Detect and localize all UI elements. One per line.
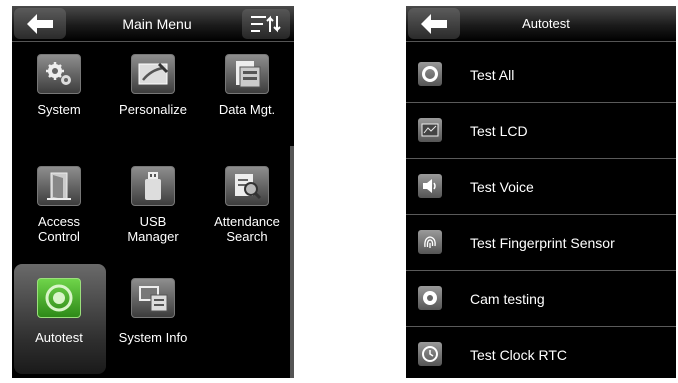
menu-item-label: USB Manager — [127, 214, 179, 244]
menu-item-attendance-search[interactable]: Attendance Search — [200, 166, 294, 244]
database-icon — [225, 54, 269, 94]
menu-item-system[interactable]: System — [12, 54, 106, 117]
menu-item-data-mgt[interactable]: Data Mgt. — [200, 54, 294, 117]
search-records-icon — [225, 166, 269, 206]
clock-icon — [418, 342, 442, 366]
menu-item-label: Autotest — [35, 330, 83, 345]
autotest-icon — [37, 278, 81, 318]
list-item-test-clock-rtc[interactable]: Test Clock RTC — [406, 327, 676, 378]
menu-item-autotest[interactable]: Autotest — [12, 278, 106, 345]
menu-item-access-control[interactable]: Access Control — [12, 166, 106, 244]
menu-item-label: Personalize — [119, 102, 187, 117]
list-item-test-fingerprint-sensor[interactable]: Test Fingerprint Sensor — [406, 215, 676, 271]
list-item-test-all[interactable]: Test All — [406, 47, 676, 103]
list-item-label: Test Clock RTC — [470, 347, 567, 363]
circle-icon — [418, 62, 442, 86]
page-title: Main Menu — [122, 16, 192, 32]
menu-item-usb-manager[interactable]: USB Manager — [106, 166, 200, 244]
lcd-icon — [418, 118, 442, 142]
menu-item-label: System — [37, 102, 81, 117]
list-item-test-voice[interactable]: Test Voice — [406, 159, 676, 215]
menu-item-system-info[interactable]: System Info — [106, 278, 200, 345]
menu-item-label: Attendance Search — [214, 214, 280, 244]
main-menu-header: Main Menu — [12, 6, 294, 42]
sort-menu-icon — [251, 15, 281, 33]
list-item-label: Cam testing — [470, 291, 545, 307]
page-title: Autotest — [522, 16, 570, 31]
gear-icon — [37, 54, 81, 94]
back-arrow-icon — [421, 13, 447, 34]
autotest-header: Autotest — [406, 6, 676, 42]
menu-item-label: Data Mgt. — [218, 102, 276, 117]
camera-icon — [418, 286, 442, 310]
menu-item-label: System Info — [118, 330, 188, 345]
back-button[interactable] — [408, 8, 460, 39]
main-menu-screen: Main Menu System Personalize Data Mgt. A… — [12, 6, 294, 378]
fingerprint-icon — [418, 230, 442, 254]
menu-item-personalize[interactable]: Personalize — [106, 54, 200, 117]
paint-brush-icon — [131, 54, 175, 94]
autotest-screen: Autotest Test All Test LCD Test Voice Te… — [406, 6, 676, 378]
back-arrow-icon — [27, 13, 53, 34]
door-icon — [37, 166, 81, 206]
list-item-cam-testing[interactable]: Cam testing — [406, 271, 676, 327]
list-item-label: Test All — [470, 67, 515, 83]
list-item-label: Test Voice — [470, 179, 534, 195]
list-item-test-lcd[interactable]: Test LCD — [406, 103, 676, 159]
sort-button[interactable] — [242, 9, 290, 39]
back-button[interactable] — [14, 8, 66, 39]
menu-item-label: Access Control — [38, 214, 80, 244]
list-item-label: Test Fingerprint Sensor — [470, 235, 615, 251]
list-item-label: Test LCD — [470, 123, 528, 139]
speaker-icon — [418, 174, 442, 198]
computer-icon — [131, 278, 175, 318]
usb-drive-icon — [131, 166, 175, 206]
